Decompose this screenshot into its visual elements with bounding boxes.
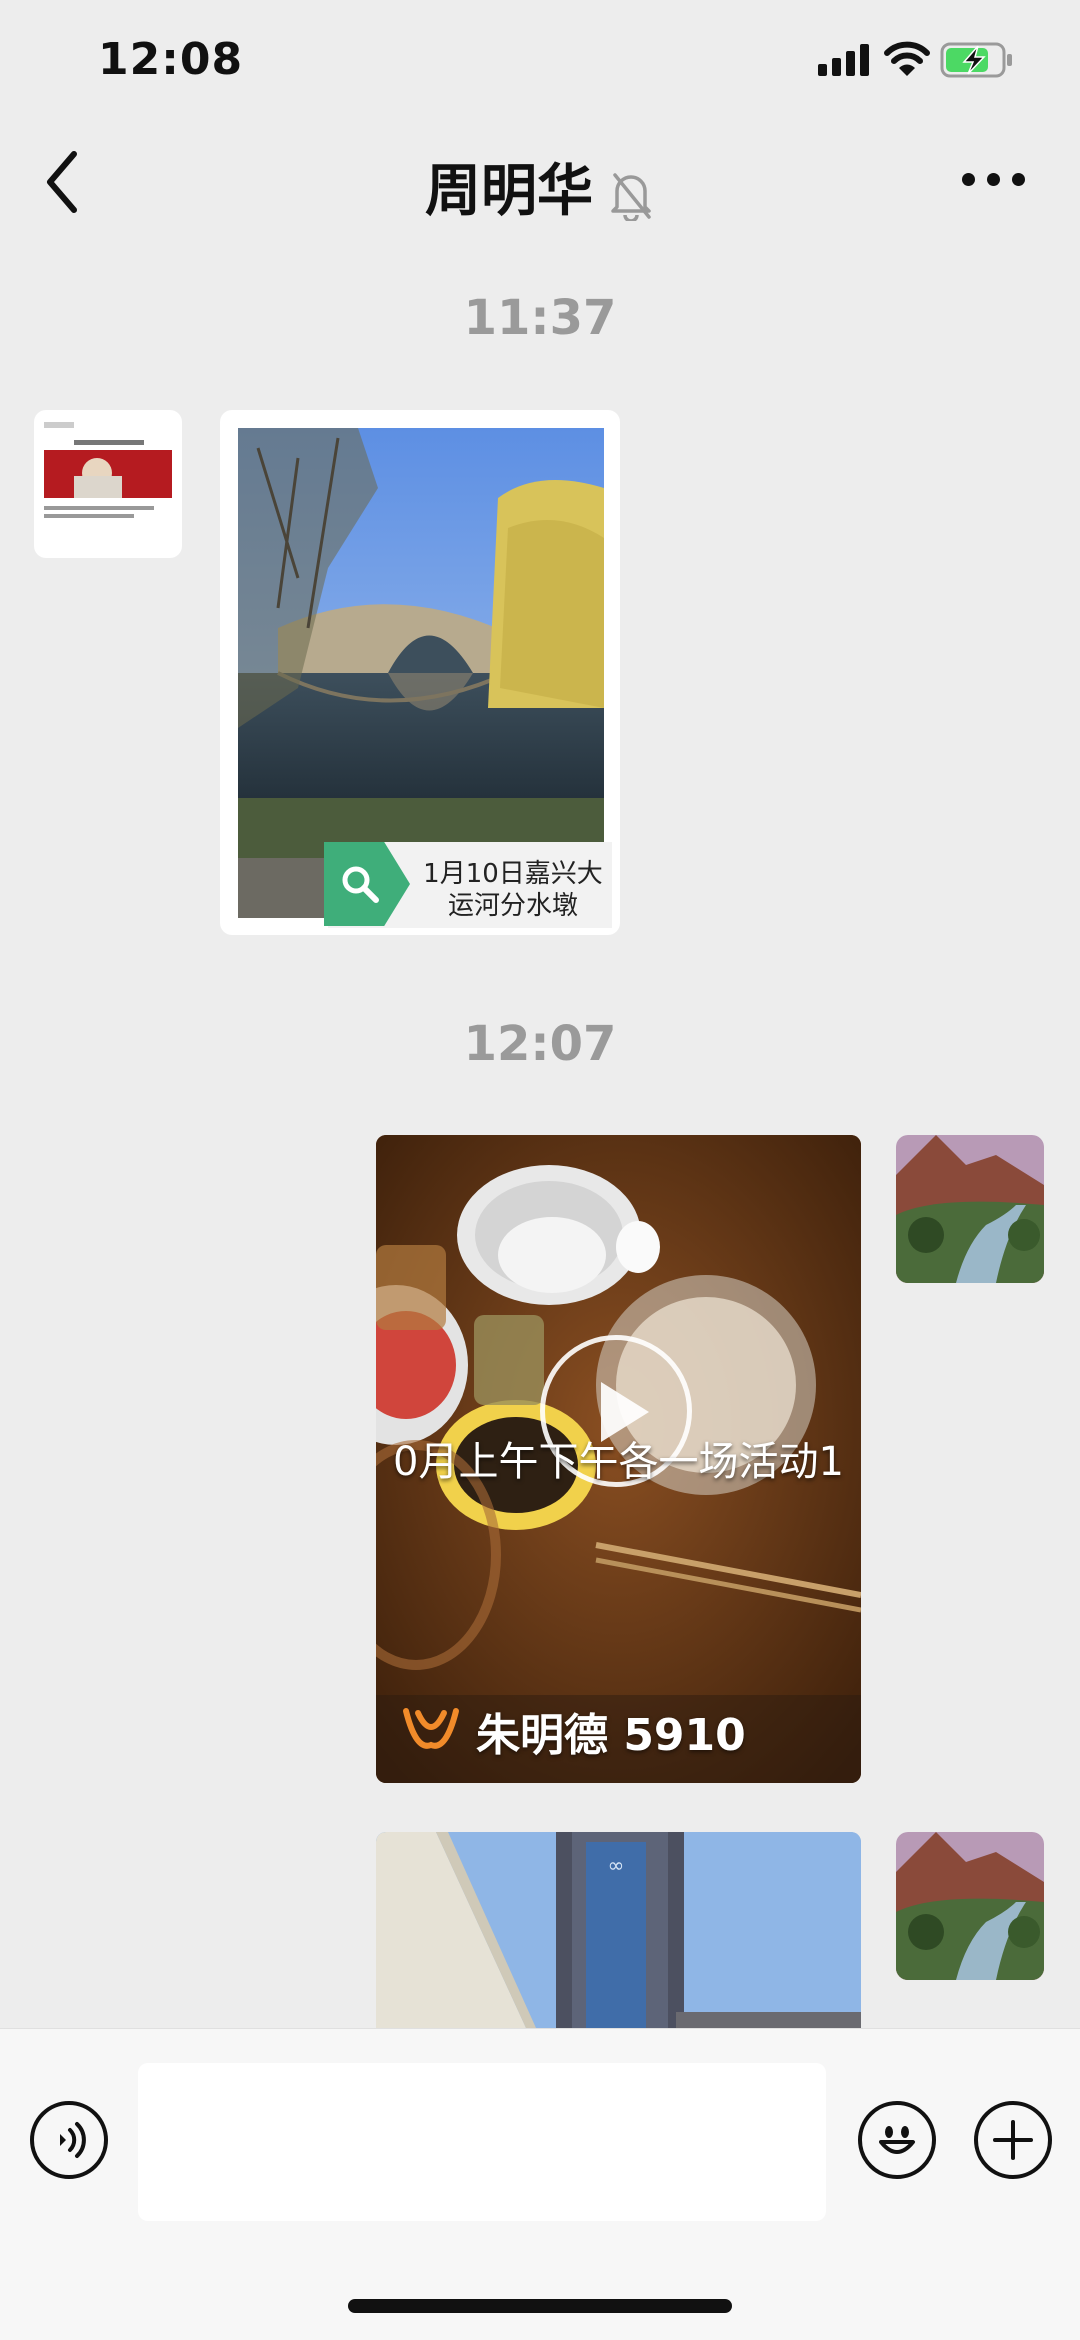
battery-charging-icon — [940, 42, 1012, 78]
wifi-icon — [884, 41, 930, 76]
received-image-message[interactable]: 1月10日嘉兴大 运河分水墩 — [220, 410, 620, 935]
bell-slash-icon — [611, 173, 651, 223]
emoji-button[interactable] — [858, 2101, 936, 2179]
my-avatar[interactable] — [896, 1135, 1044, 1283]
contact-name: 周明华 — [425, 159, 593, 224]
voice-icon — [60, 2122, 86, 2158]
signal-bars-icon — [818, 44, 870, 76]
caption-line-1: 1月10日嘉兴大 — [423, 859, 603, 889]
svg-text:∞: ∞ — [608, 1853, 625, 1877]
voice-button[interactable] — [30, 2101, 108, 2179]
message-input[interactable] — [138, 2063, 826, 2221]
sent-video-message[interactable]: 0月上午下午各一场活动1 朱明德 5910 — [376, 1135, 861, 1783]
search-icon — [342, 866, 379, 903]
caption-line-2: 运河分水墩 — [447, 891, 578, 921]
chat-title: 周明华 — [0, 146, 1080, 227]
more-dots-icon[interactable] — [962, 170, 1026, 190]
contact-avatar[interactable] — [34, 410, 182, 558]
time-separator-2: 12:07 — [463, 1016, 617, 1072]
plus-button[interactable] — [974, 2101, 1052, 2179]
my-avatar[interactable] — [896, 1832, 1044, 1980]
time-separator-1: 11:37 — [463, 290, 617, 346]
video-watermark: 朱明德 5910 — [402, 1701, 746, 1761]
watermark-text: 朱明德 5910 — [476, 1710, 746, 1761]
input-bar — [0, 2028, 1080, 2340]
building-photo: ∞ — [376, 1832, 861, 2028]
plus-icon — [993, 2120, 1033, 2160]
canyon-landscape-image — [896, 1135, 1044, 1283]
canyon-landscape-image — [896, 1832, 1044, 1980]
video-overlay-text: 0月上午下午各一场活动1 — [393, 1439, 844, 1485]
status-time: 12:08 — [98, 34, 244, 85]
image-caption: 1月10日嘉兴大 运河分水墩 — [418, 858, 608, 922]
emoji-icon — [879, 2126, 915, 2154]
home-indicator[interactable] — [348, 2299, 732, 2313]
sent-image-message[interactable]: ∞ — [376, 1832, 861, 2028]
kuaishou-logo-icon — [403, 1708, 459, 1749]
